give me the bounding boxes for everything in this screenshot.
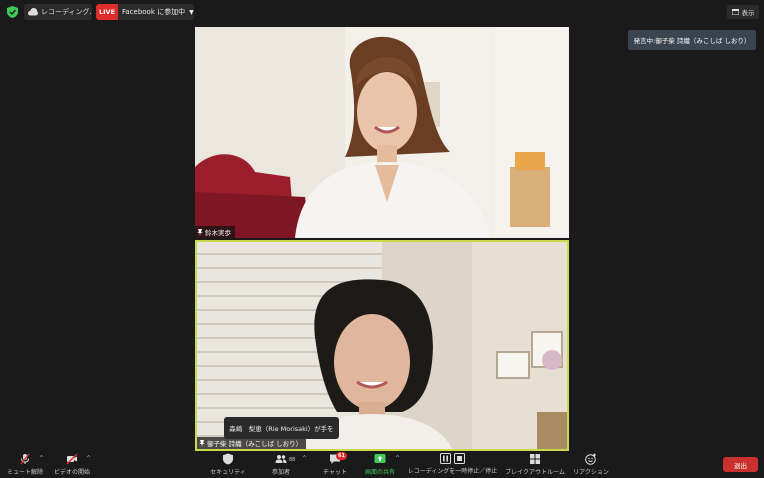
shield-icon[interactable] — [7, 6, 18, 18]
share-options-chevron-icon[interactable]: ^ — [395, 455, 400, 462]
pin-icon — [197, 228, 203, 236]
share-screen-label: 画面の共有 — [364, 469, 395, 476]
chat-label: チャット — [323, 469, 347, 476]
breakout-rooms-button[interactable]: ブレイクアウトルーム — [504, 452, 566, 478]
participant-name: 鈴木実歩 — [205, 229, 231, 237]
breakout-rooms-label: ブレイクアウトルーム — [505, 469, 565, 476]
recording-control-label: レコーディングを一時停止／停止 — [407, 468, 498, 475]
leave-meeting-button[interactable]: 退出 — [723, 457, 758, 472]
grid-icon — [731, 9, 739, 15]
recording-control-button[interactable]: レコーディングを一時停止／停止 — [405, 452, 500, 478]
live-stream-menu[interactable]: LIVE Facebook に参加中 ▼ — [96, 4, 194, 20]
smiley-plus-icon — [585, 453, 596, 465]
cloud-icon — [28, 8, 38, 16]
participants-label: 参加者 — [271, 469, 290, 476]
raise-hand-notification[interactable]: 森崎 梨恵（Rie Morisaki）が手を — [224, 417, 339, 439]
stop-icon — [454, 453, 465, 464]
participant-name-tag: 鈴木実歩 — [195, 226, 235, 238]
participants-options-chevron-icon[interactable]: ^ — [302, 455, 307, 462]
meeting-toolbar: ミュート解除 ^ ビデオの開始 ^ セキュリティ 参加者 88 ^ チャット 6… — [0, 452, 764, 478]
shield-icon — [223, 453, 233, 465]
security-button[interactable]: セキュリティ — [208, 452, 248, 478]
view-button[interactable]: 表示 — [727, 5, 759, 19]
microphone-muted-icon — [20, 453, 30, 465]
participants-button[interactable]: 参加者 — [266, 452, 296, 478]
recording-indicator[interactable]: レコーディング... — [24, 4, 92, 20]
start-video-label: ビデオの開始 — [53, 469, 90, 476]
live-badge: LIVE — [96, 4, 118, 20]
share-screen-button[interactable]: 画面の共有 — [362, 452, 398, 478]
participant-video-1 — [195, 27, 569, 238]
speaking-indicator: 発言中:御子柴 詩織（みこしば しおり） — [628, 30, 756, 50]
video-options-chevron-icon[interactable]: ^ — [86, 455, 91, 462]
reactions-label: リアクション — [573, 469, 609, 476]
reactions-button[interactable]: リアクション — [573, 452, 609, 478]
video-camera-off-icon — [66, 453, 78, 465]
chat-unread-badge: 61 — [336, 452, 347, 460]
mute-options-chevron-icon[interactable]: ^ — [39, 455, 44, 462]
participants-icon — [275, 455, 287, 463]
share-screen-icon — [374, 454, 386, 463]
participant-name: 御子柴 詩織（みこしば しおり） — [207, 440, 303, 448]
recording-label: レコーディング... — [41, 8, 92, 16]
pin-icon — [199, 439, 205, 447]
top-bar: レコーディング... LIVE Facebook に参加中 ▼ 表示 — [0, 0, 764, 24]
breakout-rooms-icon — [530, 454, 540, 464]
pause-icon — [440, 453, 451, 464]
view-label: 表示 — [741, 9, 755, 17]
video-tile-1[interactable]: 鈴木実歩 — [195, 27, 569, 238]
participant-count: 88 — [289, 457, 296, 463]
mute-label: ミュート解除 — [6, 469, 43, 476]
chevron-down-icon: ▼ — [189, 8, 194, 16]
security-label: セキュリティ — [210, 469, 246, 476]
live-label: Facebook に参加中 — [122, 8, 186, 16]
